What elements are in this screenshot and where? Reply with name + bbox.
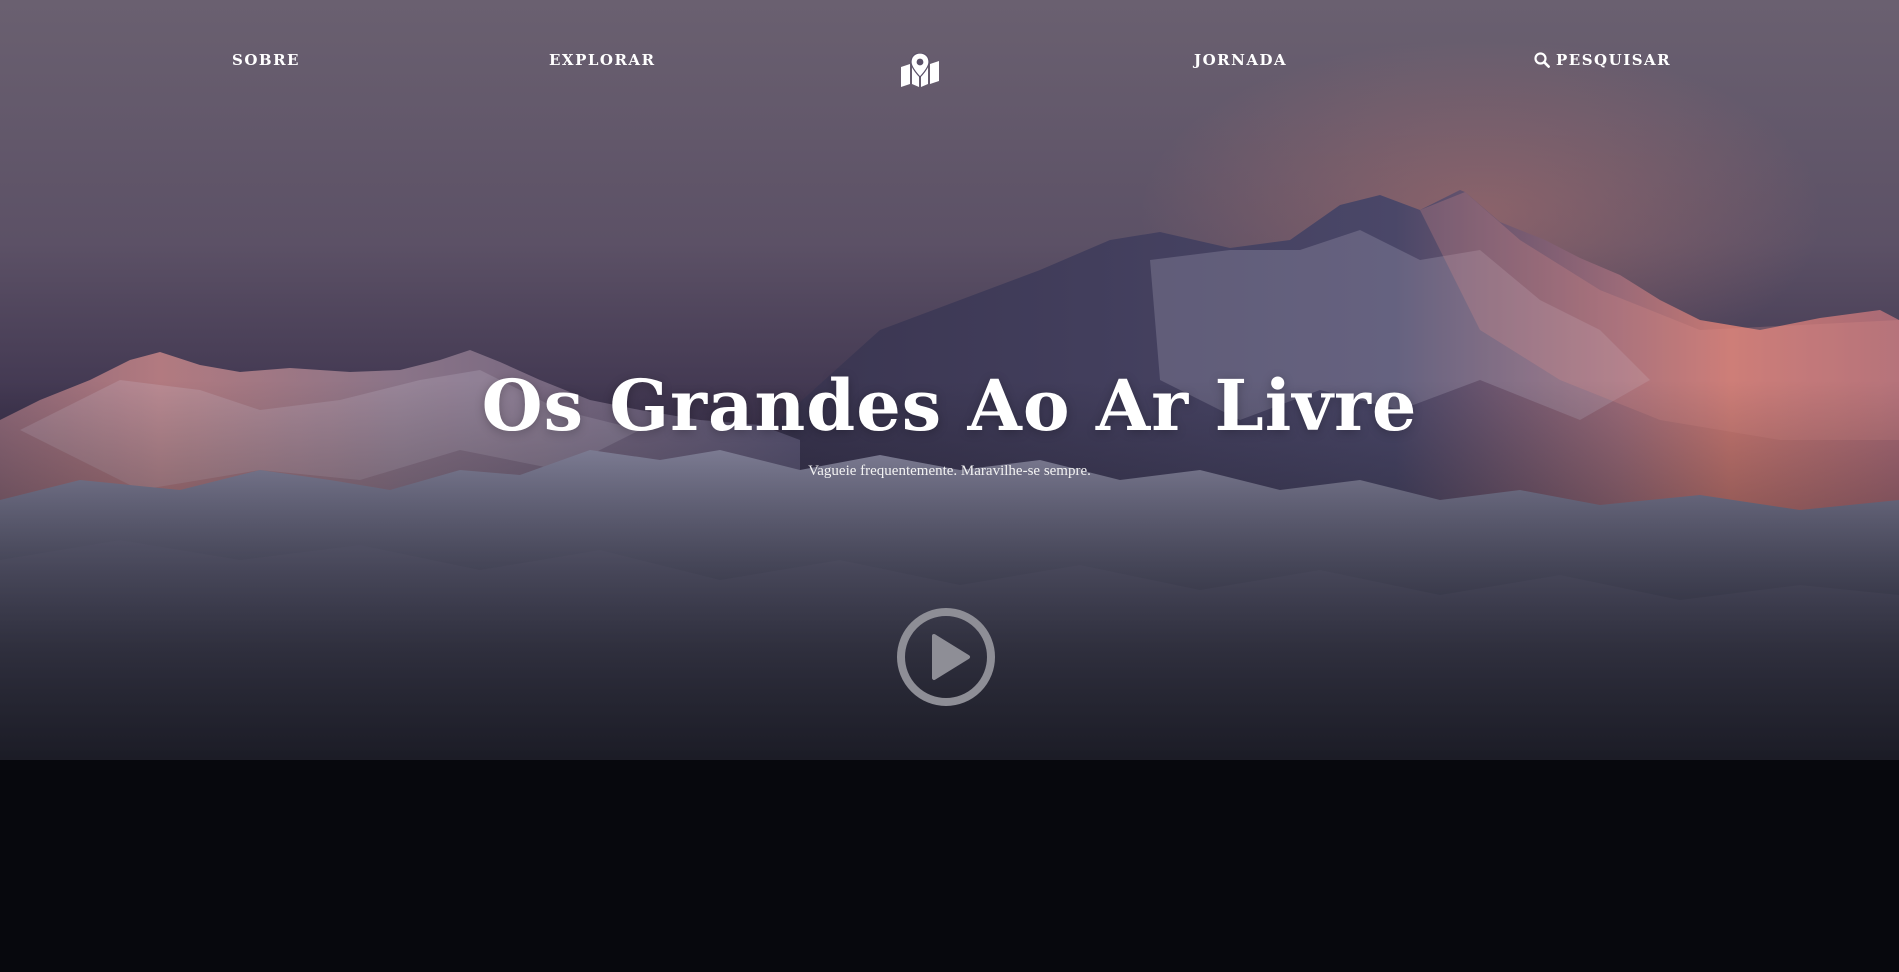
- search-icon: [1534, 52, 1550, 68]
- top-navigation: SOBRE EXPLORAR JORNADA PESQUISAR: [0, 0, 1899, 120]
- nav-item-sobre[interactable]: SOBRE: [232, 50, 300, 70]
- nav-item-jornada[interactable]: JORNADA: [1194, 50, 1287, 70]
- nav-item-explorar[interactable]: EXPLORAR: [549, 50, 656, 70]
- hero-section: SOBRE EXPLORAR JORNADA PESQUISAR Os Gran…: [0, 0, 1899, 972]
- map-marker-icon[interactable]: [901, 53, 939, 87]
- hero-title: Os Grandes Ao Ar Livre: [481, 364, 1418, 447]
- hero-subtitle: Vagueie frequentemente. Maravilhe-se sem…: [808, 463, 1091, 479]
- nav-item-pesquisar-label: PESQUISAR: [1556, 51, 1672, 69]
- mountain-background-image: [0, 0, 1899, 972]
- nav-item-pesquisar[interactable]: PESQUISAR: [1534, 50, 1671, 70]
- play-circle-icon[interactable]: [895, 606, 997, 708]
